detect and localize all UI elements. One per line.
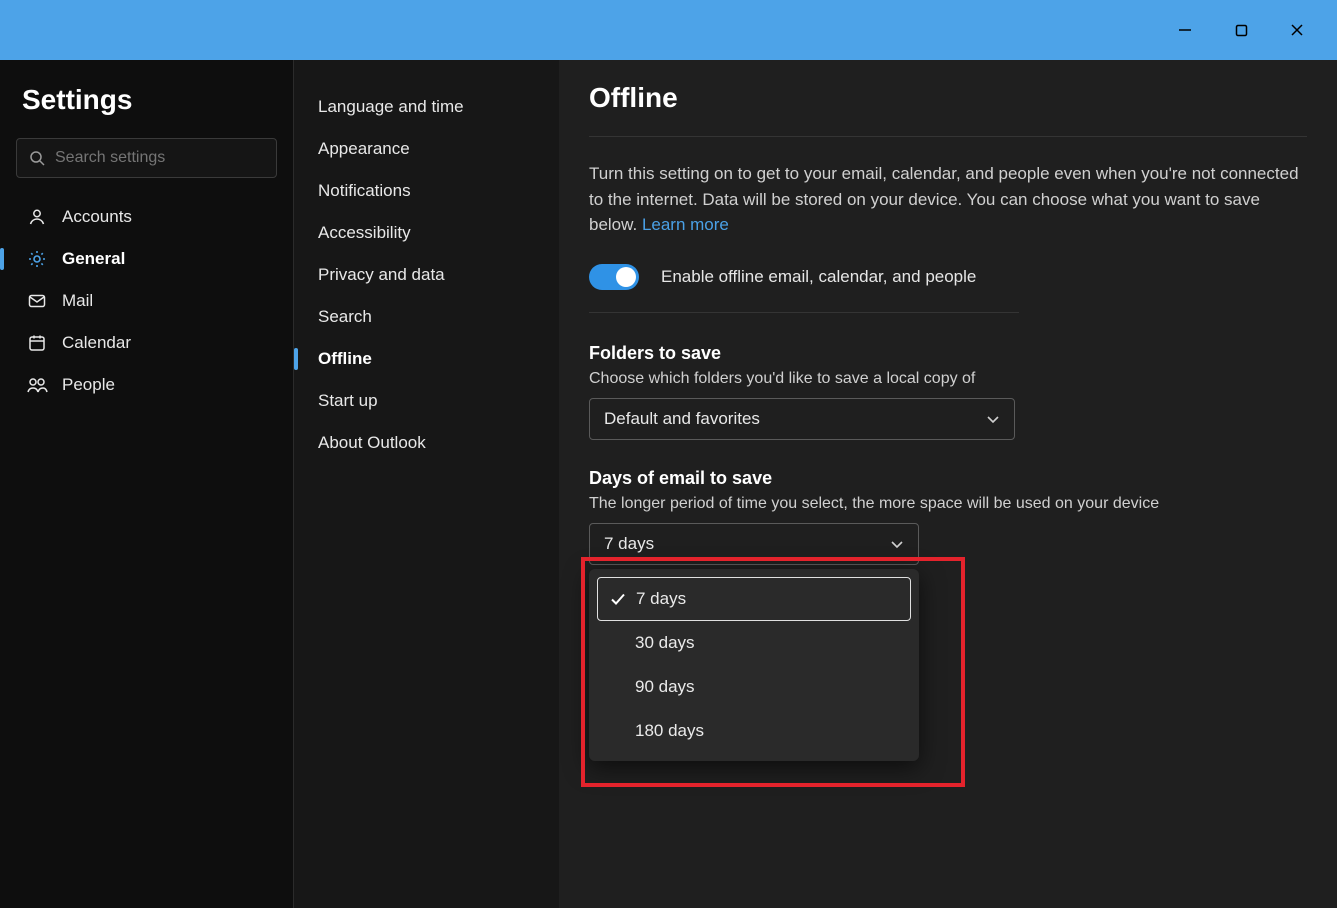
subnav-label: Search: [318, 307, 372, 327]
days-dropdown: 7 days 30 days 90 days 180 days: [589, 569, 919, 761]
option-label: 30 days: [635, 633, 695, 653]
folders-select-value: Default and favorites: [604, 409, 760, 429]
page-title: Offline: [589, 82, 1307, 137]
subnav-privacy-and-data[interactable]: Privacy and data: [308, 254, 545, 296]
sidebar-item-calendar[interactable]: Calendar: [16, 322, 277, 364]
subnav-language-and-time[interactable]: Language and time: [308, 86, 545, 128]
settings-sidebar: Settings Accounts General Mail: [0, 60, 293, 908]
offline-description: Turn this setting on to get to your emai…: [589, 161, 1307, 238]
days-select-value: 7 days: [604, 534, 654, 554]
days-option-180[interactable]: 180 days: [597, 709, 911, 753]
subnav-label: About Outlook: [318, 433, 426, 453]
subnav-start-up[interactable]: Start up: [308, 380, 545, 422]
option-label: 7 days: [636, 589, 686, 609]
divider: [589, 312, 1019, 313]
people-icon: [26, 375, 48, 395]
close-button[interactable]: [1269, 10, 1325, 50]
maximize-button[interactable]: [1213, 10, 1269, 50]
minimize-button[interactable]: [1157, 10, 1213, 50]
subnav-offline[interactable]: Offline: [308, 338, 545, 380]
app-frame: Settings Accounts General Mail: [0, 60, 1337, 908]
check-icon: [608, 591, 628, 607]
chevron-down-icon: [986, 412, 1000, 426]
subnav-about-outlook[interactable]: About Outlook: [308, 422, 545, 464]
subnav-label: Language and time: [318, 97, 464, 117]
gear-icon: [26, 249, 48, 269]
subnav-notifications[interactable]: Notifications: [308, 170, 545, 212]
sidebar-item-label: Accounts: [62, 207, 132, 227]
enable-offline-toggle[interactable]: [589, 264, 639, 290]
close-icon: [1290, 23, 1304, 37]
subnav-label: Start up: [318, 391, 378, 411]
folders-to-save-heading: Folders to save: [589, 343, 1307, 364]
sidebar-item-mail[interactable]: Mail: [16, 280, 277, 322]
minimize-icon: [1178, 23, 1192, 37]
subnav-search[interactable]: Search: [308, 296, 545, 338]
days-option-90[interactable]: 90 days: [597, 665, 911, 709]
subnav-label: Appearance: [318, 139, 410, 159]
sidebar-item-label: Calendar: [62, 333, 131, 353]
folders-to-save-select[interactable]: Default and favorites: [589, 398, 1015, 440]
days-option-7[interactable]: 7 days: [597, 577, 911, 621]
subnav-appearance[interactable]: Appearance: [308, 128, 545, 170]
subnav-label: Offline: [318, 349, 372, 369]
settings-content: Offline Turn this setting on to get to y…: [559, 60, 1337, 908]
option-label: 90 days: [635, 677, 695, 697]
subnav-label: Privacy and data: [318, 265, 445, 285]
folders-to-save-desc: Choose which folders you'd like to save …: [589, 370, 1307, 388]
sidebar-item-label: People: [62, 375, 115, 395]
subnav-label: Accessibility: [318, 223, 411, 243]
sidebar-item-accounts[interactable]: Accounts: [16, 196, 277, 238]
window-titlebar: [0, 0, 1337, 60]
settings-heading: Settings: [22, 84, 277, 116]
maximize-icon: [1235, 24, 1248, 37]
enable-offline-label: Enable offline email, calendar, and peop…: [661, 267, 976, 287]
days-of-email-select[interactable]: 7 days: [589, 523, 919, 565]
sidebar-item-general[interactable]: General: [16, 238, 277, 280]
option-label: 180 days: [635, 721, 704, 741]
days-of-email-desc: The longer period of time you select, th…: [589, 495, 1307, 513]
chevron-down-icon: [890, 537, 904, 551]
sidebar-item-label: General: [62, 249, 125, 269]
person-icon: [26, 207, 48, 227]
days-option-30[interactable]: 30 days: [597, 621, 911, 665]
subnav-accessibility[interactable]: Accessibility: [308, 212, 545, 254]
subnav-label: Notifications: [318, 181, 411, 201]
search-input[interactable]: [55, 149, 264, 167]
search-icon: [29, 150, 45, 166]
calendar-icon: [26, 333, 48, 353]
sidebar-item-label: Mail: [62, 291, 93, 311]
sidebar-item-people[interactable]: People: [16, 364, 277, 406]
learn-more-link[interactable]: Learn more: [642, 215, 729, 234]
mail-icon: [26, 291, 48, 311]
search-settings-box[interactable]: [16, 138, 277, 178]
days-of-email-heading: Days of email to save: [589, 468, 1307, 489]
settings-subnav: Language and time Appearance Notificatio…: [293, 60, 559, 908]
